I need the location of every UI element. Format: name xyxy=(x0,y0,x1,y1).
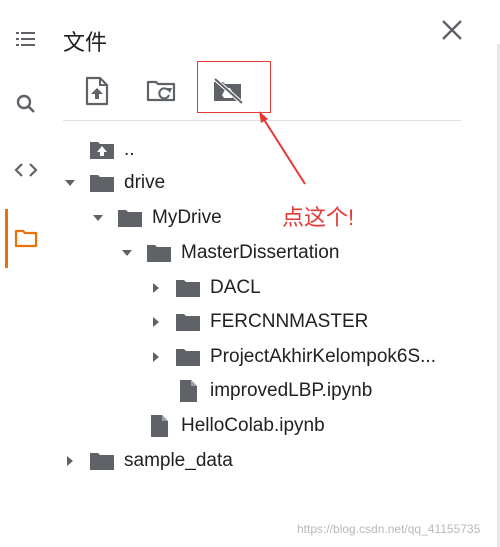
tree-item-label: .. xyxy=(124,139,135,160)
table-of-contents-button[interactable] xyxy=(6,19,46,59)
caret-down-icon xyxy=(65,180,75,186)
folder-icon xyxy=(90,453,114,470)
panel-title: 文件 xyxy=(63,30,108,55)
toolbar-divider xyxy=(63,120,461,121)
expand-caret[interactable] xyxy=(149,281,163,295)
expand-caret[interactable] xyxy=(120,246,134,260)
refresh-folder-button[interactable] xyxy=(144,73,180,109)
expand-caret[interactable] xyxy=(63,454,77,468)
tree-item-parent[interactable]: .. xyxy=(63,135,135,165)
tree-item-label: MyDrive xyxy=(152,207,222,228)
folder-icon xyxy=(147,245,171,262)
tree-item-drive[interactable]: drive xyxy=(63,168,165,198)
tree-item-label: HelloColab.ipynb xyxy=(181,415,325,436)
tree-item-improvedlbp[interactable]: improvedLBP.ipynb xyxy=(149,376,372,406)
tree-item-label: FERCNNMASTER xyxy=(210,311,369,332)
table-of-contents-icon xyxy=(16,32,35,46)
close-button[interactable] xyxy=(436,14,468,46)
code-snippets-icon xyxy=(14,163,38,177)
files-button[interactable] xyxy=(6,218,46,258)
tree-item-label: improvedLBP.ipynb xyxy=(210,380,373,401)
caret-down-icon xyxy=(122,250,132,256)
tree-item-dacl[interactable]: DACL xyxy=(149,273,261,303)
tree-item-fercnnmaster[interactable]: FERCNNMASTER xyxy=(149,307,368,337)
folder-icon xyxy=(176,314,200,331)
annotation-text: 点这个! xyxy=(282,205,355,230)
code-snippets-button[interactable] xyxy=(6,150,46,190)
folder-up-icon xyxy=(90,142,114,159)
files-folder-icon xyxy=(14,229,38,248)
left-rail xyxy=(0,0,52,547)
folder-icon xyxy=(176,349,200,366)
refresh-folder-icon xyxy=(146,80,176,102)
tree-item-projectakhir[interactable]: ProjectAkhirKelompok6S... xyxy=(149,342,436,372)
expand-caret[interactable] xyxy=(149,315,163,329)
folder-icon xyxy=(118,210,142,227)
expand-caret[interactable] xyxy=(63,176,77,190)
watermark: https://blog.csdn.net/qq_41155735 xyxy=(297,522,481,536)
expand-caret[interactable] xyxy=(149,350,163,364)
file-icon xyxy=(180,380,197,402)
tree-item-label: drive xyxy=(124,172,166,193)
caret-down-icon xyxy=(93,215,103,221)
caret-right-icon xyxy=(67,456,73,466)
close-icon xyxy=(442,20,462,40)
folder-icon xyxy=(176,280,200,297)
expand-caret[interactable] xyxy=(91,211,105,225)
tree-item-label: MasterDissertation xyxy=(181,242,340,263)
tree-item-label: ProjectAkhirKelompok6S... xyxy=(210,346,436,367)
highlight-box xyxy=(197,61,271,113)
search-button[interactable] xyxy=(6,84,46,124)
upload-file-icon xyxy=(85,76,109,106)
file-icon xyxy=(151,415,168,437)
tree-item-sample-data[interactable]: sample_data xyxy=(63,446,233,476)
tree-item-label: DACL xyxy=(210,277,261,298)
tree-item-masterdissertation[interactable]: MasterDissertation xyxy=(120,238,339,268)
upload-file-button[interactable] xyxy=(79,73,115,109)
caret-right-icon xyxy=(153,317,159,327)
tree-item-mydrive[interactable]: MyDrive xyxy=(91,203,222,233)
caret-right-icon xyxy=(153,352,159,362)
folder-icon xyxy=(90,175,114,192)
search-icon xyxy=(16,94,35,113)
tree-item-label: sample_data xyxy=(124,450,233,471)
caret-right-icon xyxy=(153,283,159,293)
tree-item-hellocolab[interactable]: HelloColab.ipynb xyxy=(120,411,325,441)
